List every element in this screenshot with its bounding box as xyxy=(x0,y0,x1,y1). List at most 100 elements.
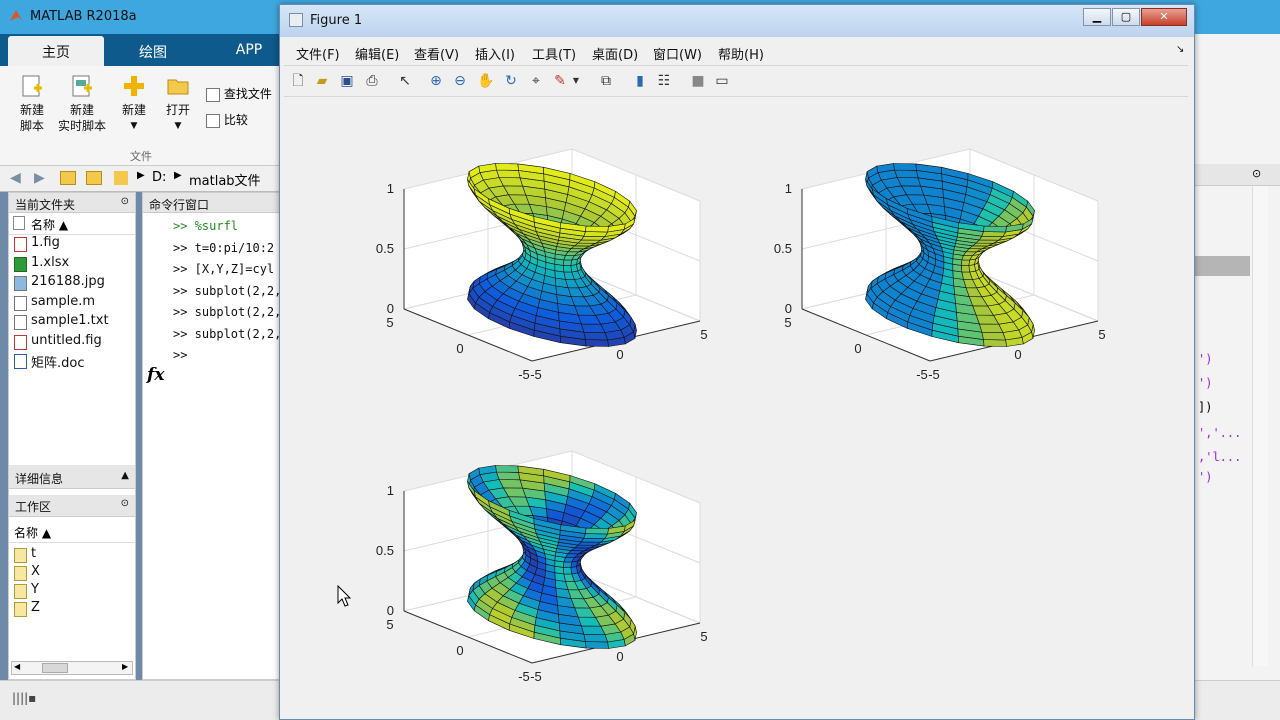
list-item[interactable]: 1.xlsx xyxy=(9,255,135,275)
x-tick-label: 0 xyxy=(854,341,861,356)
path-folder[interactable]: matlab文件 xyxy=(189,170,261,189)
colorbar-icon[interactable]: ▮ xyxy=(632,73,648,89)
command-window-title: 命令行窗口 xyxy=(149,198,210,212)
workspace-var[interactable]: t xyxy=(9,546,135,564)
y-tick-label: -5 xyxy=(530,669,542,684)
menu-help[interactable]: 帮助(H) xyxy=(718,44,764,63)
brush-dropdown-icon[interactable]: ▼ xyxy=(568,73,584,89)
surface-patch xyxy=(961,265,971,273)
new-dropdown-icon: ▼ xyxy=(130,121,138,131)
data-cursor-icon[interactable]: ⌖ xyxy=(528,73,544,89)
workspace-column-header[interactable]: 名称 ▲ xyxy=(9,521,135,543)
menu-window[interactable]: 窗口(W) xyxy=(653,44,702,63)
link-plot-icon[interactable]: ⧉ xyxy=(598,73,614,89)
y-tick-label: -5 xyxy=(530,367,542,382)
figure-canvas[interactable]: 0 5 -5 0.5 0 0 1 -5 5 0 5 -5 0.5 0 0 1 -5 5 0 5 -5 0.5 0 0 1 -5 5 xyxy=(284,97,1188,715)
panel-menu-icon[interactable]: ⊙ xyxy=(1252,167,1261,180)
editor-scrollbar[interactable] xyxy=(1252,186,1268,666)
minimize-button[interactable]: ▁ xyxy=(1083,8,1111,26)
menu-view[interactable]: 查看(V) xyxy=(414,44,459,63)
new-script-button[interactable]: 新建 脚本 xyxy=(12,74,52,134)
hide-plot-tools-icon[interactable]: ■ xyxy=(690,73,706,89)
command-line: >> t=0:pi/10:2 xyxy=(173,240,275,255)
back-arrow-icon[interactable]: ◀ xyxy=(10,170,21,186)
menu-tools[interactable]: 工具(T) xyxy=(532,44,576,63)
new-live-script-button[interactable]: 新建 实时脚本 xyxy=(56,74,108,134)
surface-plots[interactable]: 05-50.50 01-5505-50.50 01-5505-50.50 01-55 xyxy=(284,97,1188,715)
zoom-out-icon[interactable]: ⊖ xyxy=(452,73,468,89)
workspace-name-column: 名称 ▲ xyxy=(14,526,52,540)
list-item[interactable]: sample1.txt xyxy=(9,313,135,333)
forward-arrow-icon[interactable]: ▶ xyxy=(34,170,45,186)
save-icon[interactable]: ▣ xyxy=(339,73,355,89)
new-script-icon xyxy=(20,74,44,98)
text-file-icon xyxy=(14,315,27,330)
y-tick-label: 5 xyxy=(700,629,707,644)
menu-dock-icon[interactable]: ↘ xyxy=(1176,44,1184,55)
workspace-list: t X Y Z xyxy=(9,546,135,618)
status-grip-icon[interactable]: ||||▪ xyxy=(12,691,36,705)
workspace-var[interactable]: X xyxy=(9,564,135,582)
surface-patch xyxy=(983,339,1007,347)
open-file-icon[interactable]: ▰ xyxy=(314,73,330,89)
list-item[interactable]: 216188.jpg xyxy=(9,274,135,294)
function-browser-icon[interactable]: fx xyxy=(147,365,164,385)
panel-menu-icon[interactable]: ⊙ xyxy=(121,196,129,207)
y-tick-label: 0 xyxy=(616,649,623,664)
menu-file[interactable]: 文件(F) xyxy=(296,44,340,63)
print-icon[interactable]: ⎙ xyxy=(364,73,380,89)
open-button[interactable]: 打开 ▼ xyxy=(160,74,196,134)
zoom-in-icon[interactable]: ⊕ xyxy=(428,73,444,89)
show-plot-tools-icon[interactable]: ▭ xyxy=(714,73,730,89)
tab-plots[interactable]: 绘图 xyxy=(106,36,200,66)
pan-hand-icon[interactable]: ✋ xyxy=(477,73,494,89)
command-line: >> subplot(2,2, xyxy=(173,326,282,341)
list-item[interactable]: sample.m xyxy=(9,294,135,314)
maximize-button[interactable]: ▢ xyxy=(1112,8,1140,26)
y-tick-label: -5 xyxy=(928,367,940,382)
rotate-3d-icon[interactable]: ↻ xyxy=(503,73,519,89)
tab-home[interactable]: 主页 xyxy=(8,36,104,66)
pointer-icon[interactable]: ↖ xyxy=(397,73,413,89)
folder-icon xyxy=(166,74,190,98)
figure-titlebar[interactable]: Figure 1 ▁ ▢ ✕ xyxy=(280,5,1194,37)
legend-icon[interactable]: ☷ xyxy=(656,73,672,89)
close-button[interactable]: ✕ xyxy=(1141,8,1187,26)
file-name: untitled.fig xyxy=(31,332,102,348)
folder-column-header[interactable]: 名称 ▲ xyxy=(9,213,135,235)
list-item[interactable]: 矩阵.doc xyxy=(9,352,135,372)
surface-patch xyxy=(585,527,609,535)
browse-folder-icon[interactable] xyxy=(86,171,102,185)
scroll-left-icon[interactable]: ◀ xyxy=(14,662,20,671)
menu-insert[interactable]: 插入(I) xyxy=(475,44,515,63)
workspace-var[interactable]: Z xyxy=(9,600,135,618)
workspace-var[interactable]: Y xyxy=(9,582,135,600)
brush-icon[interactable]: ✎ xyxy=(552,73,568,89)
scroll-thumb[interactable] xyxy=(42,663,68,673)
list-item[interactable]: 1.fig xyxy=(9,235,135,255)
details-header[interactable]: 详细信息 ▲ xyxy=(9,465,135,489)
new-button[interactable]: 新建 ▼ xyxy=(116,74,152,134)
scroll-right-icon[interactable]: ▶ xyxy=(122,662,128,671)
file-name: 1.fig xyxy=(31,235,60,250)
new-figure-icon[interactable]: 🗋 xyxy=(290,73,306,89)
y-tick-label: 0 xyxy=(1014,347,1021,362)
menu-edit[interactable]: 编辑(E) xyxy=(355,44,399,63)
up-folder-icon[interactable] xyxy=(60,171,76,185)
horizontal-scrollbar[interactable]: ◀ ▶ xyxy=(11,661,133,675)
collapse-icon[interactable]: ▲ xyxy=(121,470,129,481)
y-tick-label: 5 xyxy=(700,327,707,342)
z-tick-label: 1 xyxy=(387,483,394,498)
x-tick-label: 5 xyxy=(386,315,393,330)
workspace-title: 工作区 xyxy=(15,500,52,514)
z-tick-label: 0 xyxy=(785,301,792,316)
list-item[interactable]: untitled.fig xyxy=(9,333,135,353)
compare-button[interactable]: 比较 xyxy=(206,111,248,128)
find-files-button[interactable]: 查找文件 xyxy=(206,85,280,102)
command-window[interactable]: 命令行窗口 >> %surfl >> t=0:pi/10:2 >> [X,Y,Z… xyxy=(142,192,282,680)
matrix-icon xyxy=(14,566,27,581)
panel-menu-icon[interactable]: ⊙ xyxy=(121,498,129,509)
path-drive[interactable]: D: xyxy=(152,170,166,185)
menu-desktop[interactable]: 桌面(D) xyxy=(592,44,638,63)
surface-patch xyxy=(583,231,609,237)
